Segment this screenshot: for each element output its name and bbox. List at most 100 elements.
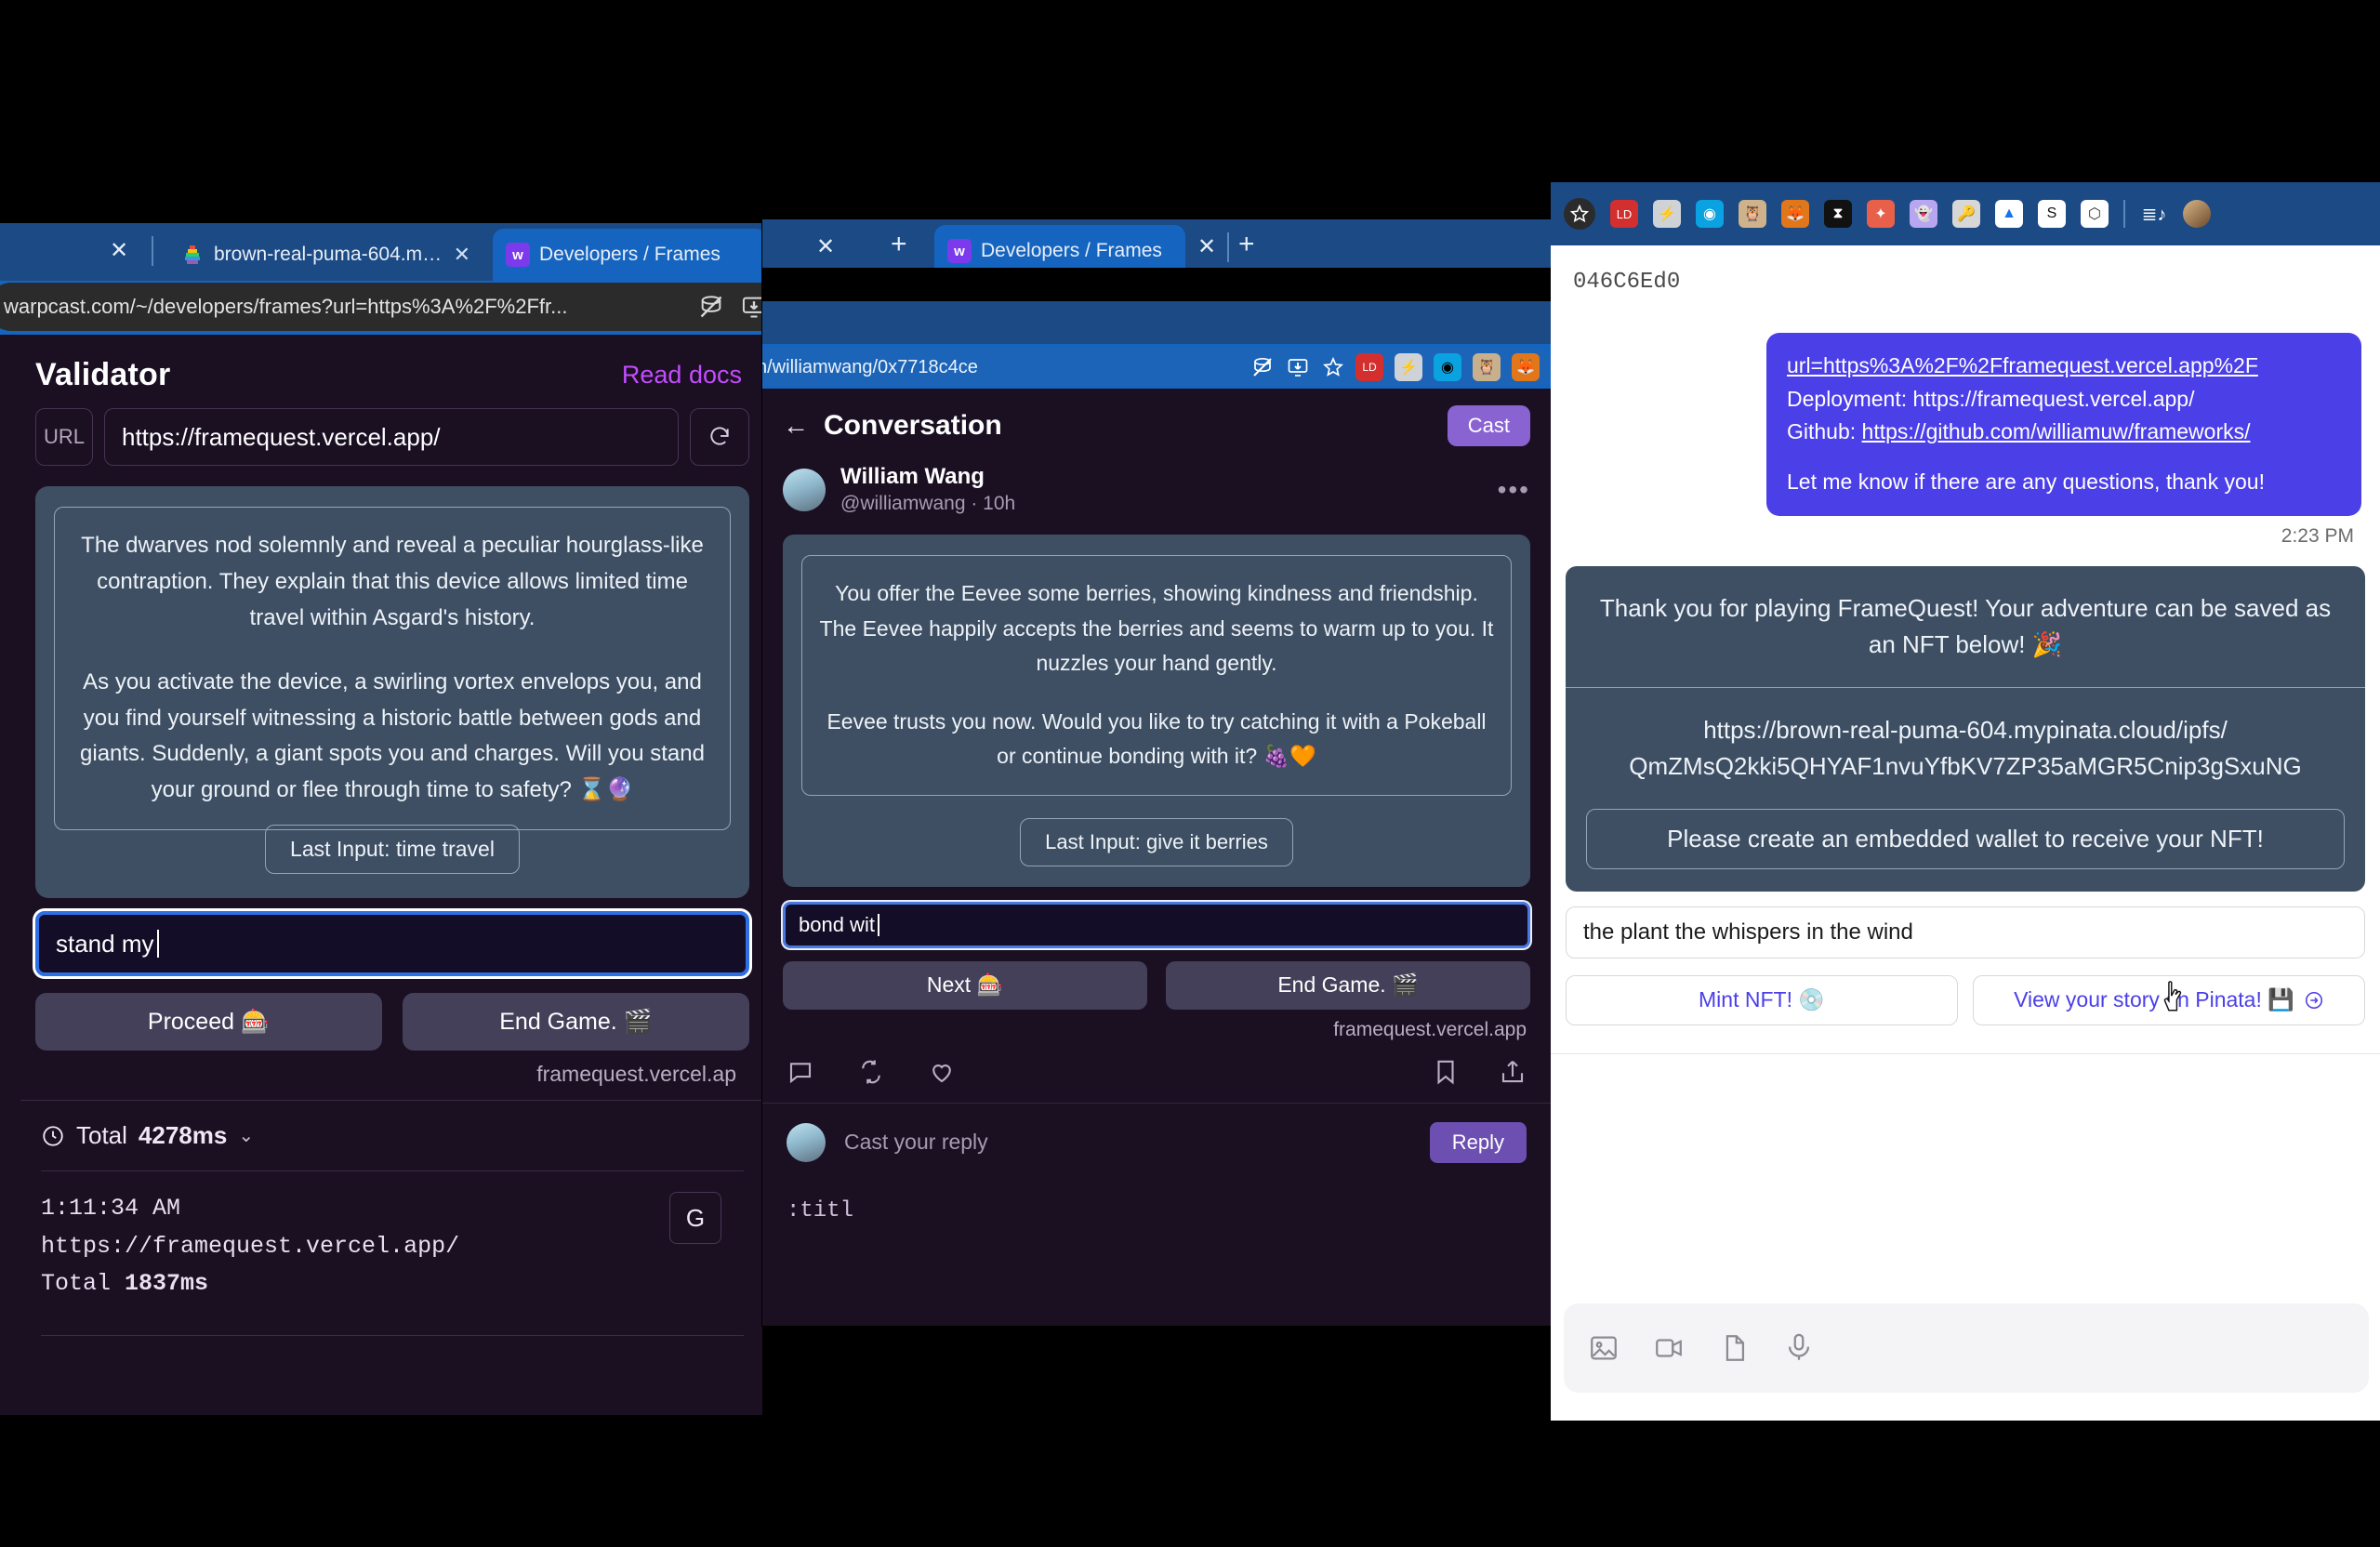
like-icon[interactable] bbox=[928, 1058, 956, 1086]
safe-icon[interactable]: S bbox=[2038, 200, 2066, 228]
metamask-fox-icon[interactable]: 🦊 bbox=[1512, 353, 1540, 381]
message-line-1[interactable]: url=https%3A%2F%2Fframequest.vercel.app%… bbox=[1787, 353, 2258, 377]
frame-paragraph-2: As you activate the device, a swirling v… bbox=[80, 668, 705, 803]
metamask-fox-icon[interactable]: 🦊 bbox=[1781, 200, 1809, 228]
conversation-header: ← Conversation Cast bbox=[762, 389, 1551, 463]
share-icon[interactable] bbox=[1499, 1058, 1527, 1086]
document-icon[interactable] bbox=[1718, 1332, 1750, 1364]
mid-tab-close-icon[interactable]: ✕ bbox=[1197, 236, 1216, 258]
reply-input[interactable]: Cast your reply bbox=[844, 1130, 988, 1155]
toolbar-separator bbox=[2123, 200, 2125, 228]
arc-icon[interactable]: ⧗ bbox=[1824, 200, 1852, 228]
cast-engagement-right bbox=[1432, 1058, 1527, 1086]
mid-omnibox[interactable]: n/williamwang/0x7718c4ce LD ⚡ ◉ 🦉 🦊 bbox=[762, 348, 1551, 387]
validator-header: Validator Read docs bbox=[20, 337, 762, 408]
right-divider bbox=[1551, 1052, 2380, 1054]
install-app-icon[interactable] bbox=[1285, 354, 1311, 380]
message-line-3-label: Github: bbox=[1787, 419, 1862, 444]
cast-reply-row[interactable]: Cast your reply Reply bbox=[762, 1104, 1551, 1182]
image-icon[interactable] bbox=[1588, 1332, 1620, 1364]
mid-new-tab-button[interactable]: + bbox=[1238, 231, 1255, 258]
mid-frame-text-input[interactable]: bond wit bbox=[783, 901, 1530, 948]
end-game-button[interactable]: End Game. 🎬 bbox=[403, 993, 749, 1051]
playlist-icon[interactable]: ≣♪ bbox=[2140, 200, 2168, 228]
message-line-2: Deployment: https://framequest.vercel.ap… bbox=[1787, 386, 2195, 411]
left-address-text: warpcast.com/~/developers/frames?url=htt… bbox=[4, 295, 568, 318]
tab-close-icon-0[interactable]: ✕ bbox=[110, 240, 128, 262]
mid-secondary-tabstrip: + bbox=[762, 301, 1551, 344]
lastpass-icon[interactable]: LD bbox=[1610, 200, 1638, 228]
tab-pinata[interactable]: brown-real-puma-604.mypin ✕ bbox=[167, 229, 483, 281]
read-docs-link[interactable]: Read docs bbox=[622, 361, 742, 390]
mid-new-tab-button-left[interactable]: + bbox=[891, 231, 907, 258]
drive-icon[interactable]: ▲ bbox=[1995, 200, 2023, 228]
tab-pinata-label: brown-real-puma-604.mypin bbox=[214, 244, 444, 265]
back-arrow-icon[interactable]: ← bbox=[783, 411, 809, 441]
wallet-icon[interactable]: ⚡ bbox=[1395, 353, 1422, 381]
mid-frame-paragraph-2: Eevee trusts you now. Would you like to … bbox=[826, 709, 1487, 769]
page-title: Validator bbox=[35, 357, 171, 392]
owl-icon[interactable]: 🦉 bbox=[1739, 200, 1766, 228]
avatar[interactable] bbox=[783, 468, 826, 511]
microphone-icon[interactable] bbox=[1783, 1332, 1815, 1364]
chrome-icon[interactable]: ◉ bbox=[1434, 353, 1461, 381]
mid-page-content: ← Conversation Cast William Wang @willia… bbox=[762, 389, 1551, 1326]
mint-nft-button[interactable]: Mint NFT! 💿 bbox=[1566, 974, 1958, 1025]
frame-text-input[interactable]: stand my bbox=[35, 911, 749, 977]
left-frame-input-wrap: stand my bbox=[35, 911, 749, 977]
profile-avatar[interactable] bbox=[2183, 200, 2211, 228]
bookmark-star-icon[interactable] bbox=[1564, 198, 1595, 230]
install-app-icon[interactable] bbox=[738, 291, 762, 323]
middle-browser-window: ✕ + w Developers / Frames ✕ + + n/willia… bbox=[762, 219, 1551, 1326]
wallet-icon[interactable]: ⚡ bbox=[1653, 200, 1681, 228]
rainbow-icon[interactable]: ✦ bbox=[1867, 200, 1895, 228]
keyring-icon[interactable]: 🔑 bbox=[1952, 200, 1980, 228]
owl-icon[interactable]: 🦉 bbox=[1473, 353, 1501, 381]
chevron-down-icon[interactable]: ⌄ bbox=[238, 1124, 254, 1147]
reply-button[interactable]: Reply bbox=[1429, 1121, 1527, 1163]
author-handle: @williamwang · 10h bbox=[840, 493, 1016, 514]
mid-end-game-button[interactable]: End Game. 🎬 bbox=[1166, 960, 1530, 1010]
recast-icon[interactable] bbox=[857, 1058, 885, 1086]
refresh-icon[interactable] bbox=[690, 408, 749, 466]
ghost-icon[interactable]: 👻 bbox=[1910, 200, 1937, 228]
validator-url-input[interactable]: https://framequest.vercel.app/ bbox=[104, 408, 679, 466]
bookmark-star-icon[interactable] bbox=[1320, 354, 1346, 380]
cookie-blocked-icon[interactable] bbox=[1250, 354, 1276, 380]
cookie-blocked-icon[interactable] bbox=[695, 291, 727, 323]
chrome-icon[interactable]: ◉ bbox=[1696, 200, 1724, 228]
timing-label: Total bbox=[76, 1121, 127, 1150]
avatar[interactable] bbox=[787, 1122, 826, 1162]
comment-icon[interactable] bbox=[787, 1058, 814, 1086]
left-omnibox[interactable]: warpcast.com/~/developers/frames?url=htt… bbox=[0, 283, 762, 331]
log-time: 1:11:34 AM bbox=[41, 1195, 181, 1223]
log-badge-button[interactable]: G bbox=[669, 1192, 721, 1245]
mid-frame-paragraph-1: You offer the Eevee some berries, showin… bbox=[819, 581, 1494, 675]
mid-frame-image: You offer the Eevee some berries, showin… bbox=[801, 555, 1512, 796]
right-frame-text-input[interactable]: the plant the whispers in the wind bbox=[1566, 906, 2365, 959]
more-horizontal-icon[interactable]: ••• bbox=[1498, 475, 1530, 505]
mid-tab-close-icon-prev[interactable]: ✕ bbox=[816, 236, 835, 258]
phantom-icon[interactable]: ⬡ bbox=[2081, 200, 2109, 228]
warpcast-icon: w bbox=[947, 239, 972, 263]
frame-host-label: framequest.vercel.ap bbox=[536, 1062, 736, 1087]
message-line-3-link[interactable]: https://github.com/williamuw/frameworks/ bbox=[1862, 419, 2251, 443]
mid-frame-text-input-value: bond wit bbox=[799, 912, 875, 936]
view-story-pinata-button[interactable]: View your story on Pinata! 💾 bbox=[1973, 974, 2365, 1025]
timing-summary[interactable]: Total 4278ms ⌄ bbox=[20, 1100, 762, 1150]
tab-developers-frames[interactable]: w Developers / Frames bbox=[493, 229, 762, 281]
next-button[interactable]: Next 🎰 bbox=[783, 960, 1147, 1010]
cast-author-row: William Wang @williamwang · 10h ••• bbox=[762, 463, 1551, 523]
clock-icon bbox=[41, 1124, 65, 1148]
log-total-label: Total bbox=[41, 1270, 112, 1298]
tab-close-icon-1[interactable]: ✕ bbox=[454, 245, 470, 265]
frame-text-input-value: stand my bbox=[56, 929, 154, 958]
cast-button[interactable]: Cast bbox=[1447, 405, 1530, 446]
left-tab-strip: ✕ brown-real-puma-604.mypin ✕ w Develope… bbox=[0, 223, 762, 281]
lastpass-icon[interactable]: LD bbox=[1355, 353, 1383, 381]
bookmark-icon[interactable] bbox=[1432, 1058, 1460, 1086]
mid-tab-separator bbox=[1227, 232, 1229, 262]
request-log: 1:11:34 AM https://framequest.vercel.app… bbox=[20, 1171, 762, 1303]
video-icon[interactable] bbox=[1653, 1332, 1685, 1364]
proceed-button[interactable]: Proceed 🎰 bbox=[35, 993, 382, 1051]
